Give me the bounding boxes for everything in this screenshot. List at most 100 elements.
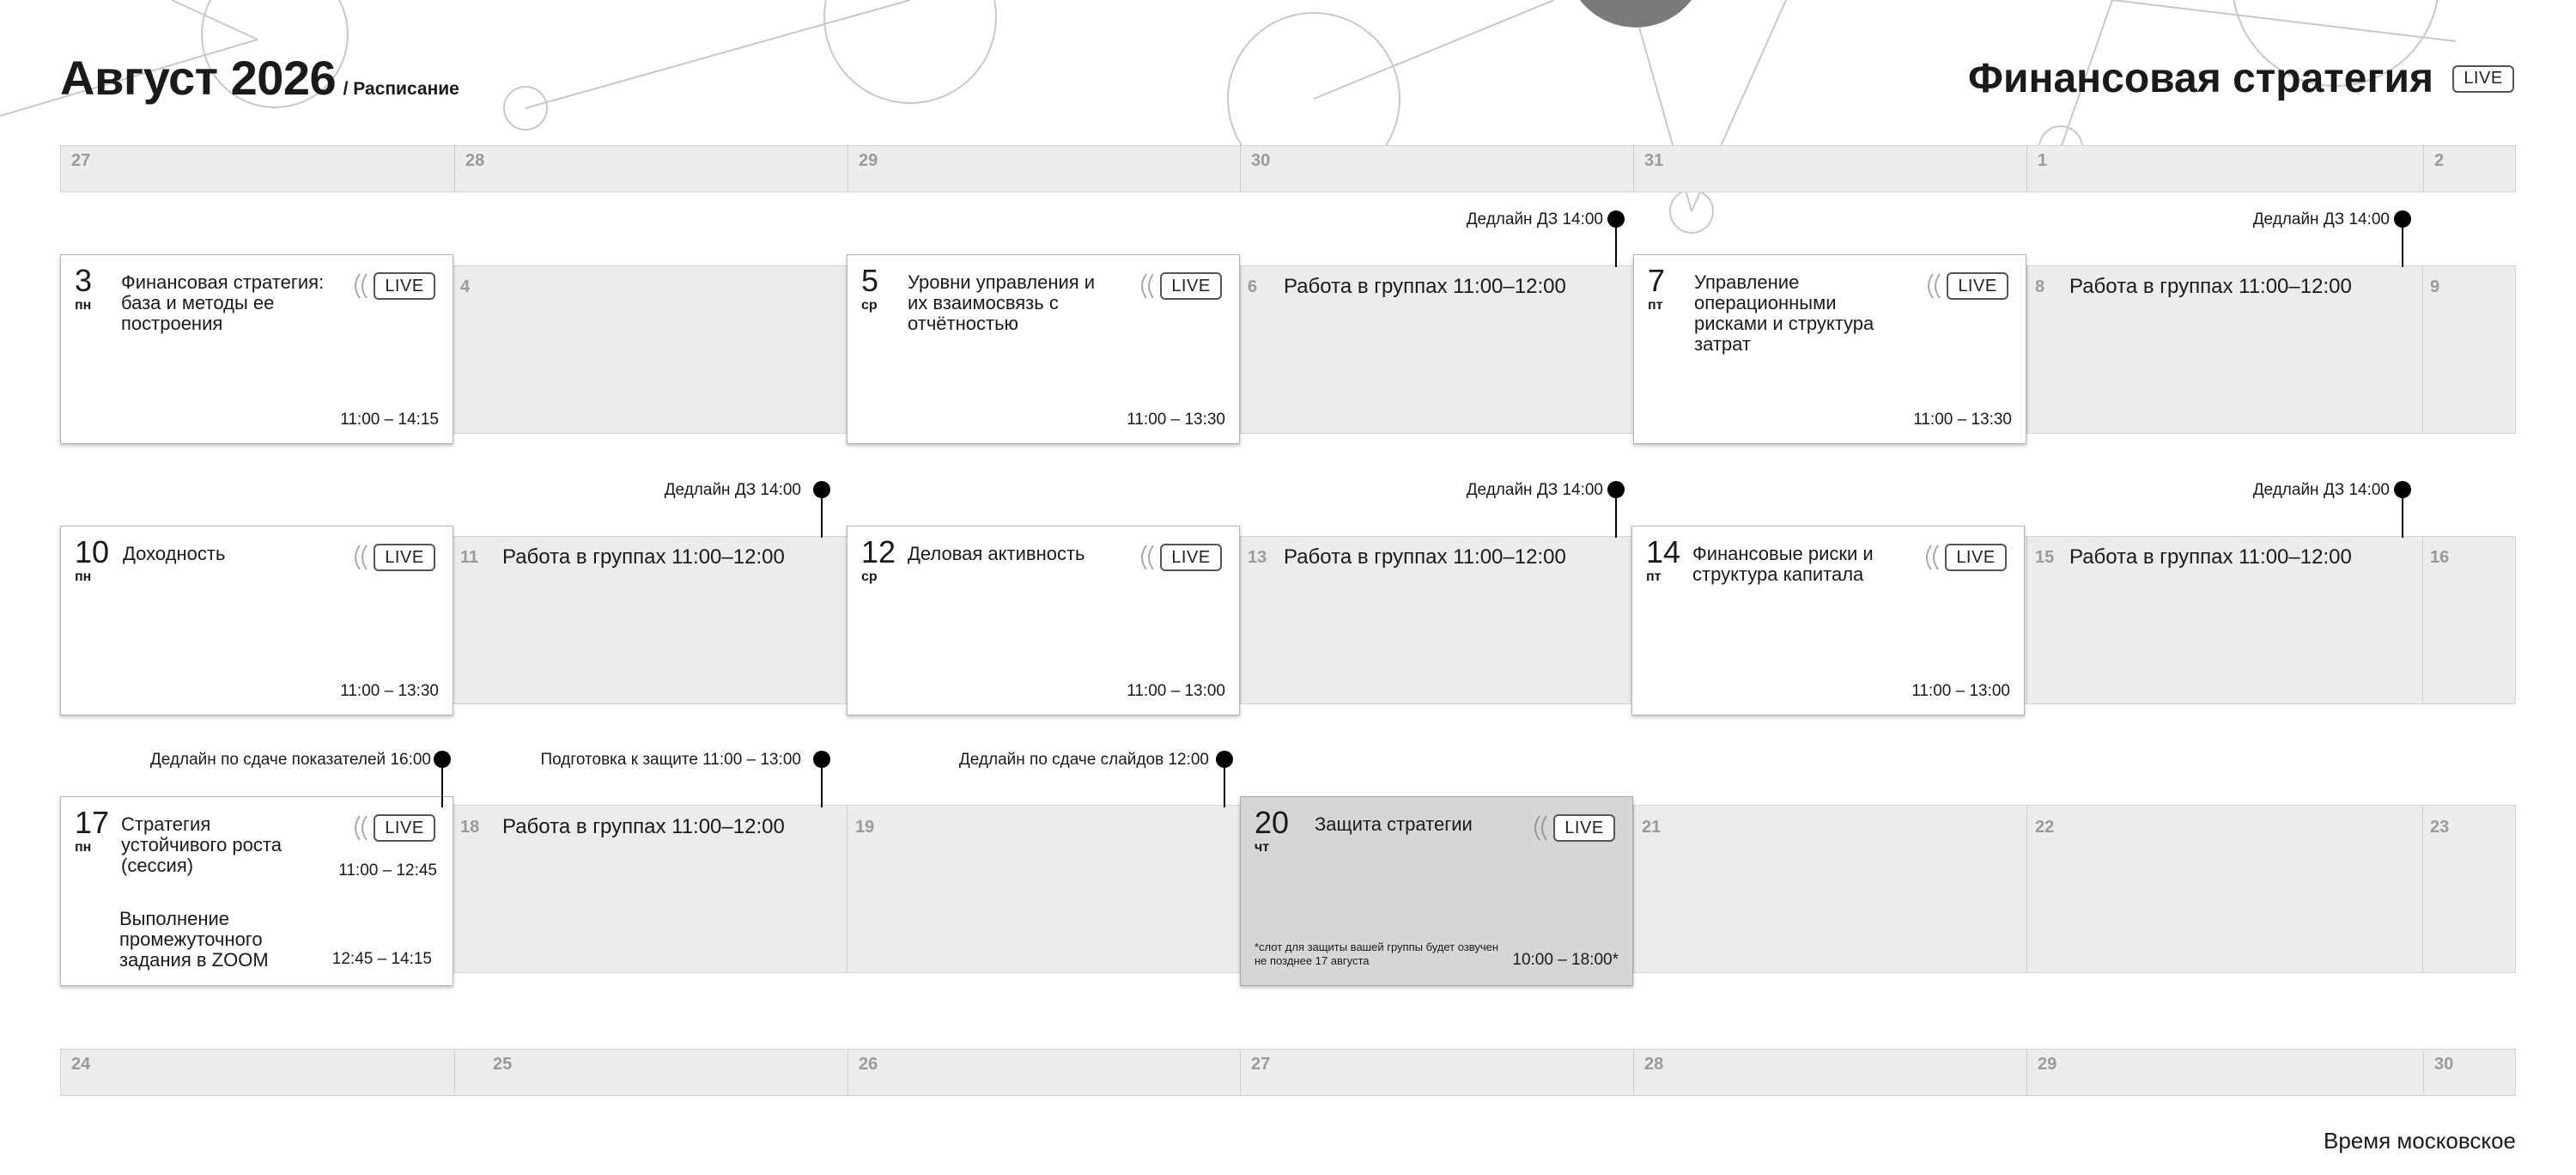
event-time: 10:00 – 18:00*	[1512, 951, 1619, 969]
live-badge: LIVE	[1160, 544, 1222, 571]
deadline-label: Дедлайн ДЗ 14:00	[2252, 481, 2390, 499]
page-title: Август 2026 / Расписание	[60, 50, 459, 106]
day-number: 30	[1251, 151, 1271, 170]
event-title: Финансовые риски и структура капитала	[1692, 543, 1874, 585]
day-number: 10	[75, 534, 110, 569]
weekday-label: пн	[75, 840, 92, 855]
group-work-event[interactable]: Работа в группах 11:00–12:00	[2069, 545, 2352, 569]
event-time: 11:00 – 13:30	[340, 682, 439, 700]
strip-day-cell: 27	[61, 146, 454, 192]
event-time: 11:00 – 13:30	[1913, 411, 2012, 429]
deadline-pin	[1607, 210, 1625, 267]
live-badge: LIVE	[374, 544, 435, 571]
strip-day-cell: 28	[1633, 1050, 2026, 1095]
group-work-event[interactable]: Работа в группах 11:00–12:00	[502, 815, 785, 839]
deadline-label: Дедлайн ДЗ 14:00	[664, 481, 801, 499]
weekday-label: пн	[75, 298, 92, 313]
group-work-event[interactable]: Работа в группах 11:00–12:00	[502, 545, 785, 569]
day-number: 30	[2434, 1055, 2454, 1074]
broadcast-icon	[355, 273, 368, 299]
event-time: 11:00 – 13:30	[1127, 411, 1225, 429]
live-badge: LIVE	[2452, 64, 2514, 93]
day-number: 28	[1644, 1055, 1664, 1074]
event-title: Управление операционными рисками и струк…	[1694, 271, 1874, 355]
course-title: Финансовая стратегия	[1967, 56, 2433, 101]
event-time: 11:00 – 12:45	[338, 861, 437, 880]
strip-day-cell: 29	[848, 146, 1240, 192]
day-number: 15	[2035, 548, 2055, 567]
day-number: 19	[855, 818, 875, 837]
deadline-pin	[2394, 210, 2411, 267]
day-number: 2	[2434, 151, 2445, 170]
event-card[interactable]: 5 ср Уровни управления и их взаимосвязь …	[847, 254, 1240, 444]
live-badge: LIVE	[1945, 544, 2007, 571]
broadcast-icon	[1928, 273, 1941, 299]
deadline-label: Дедлайн ДЗ 14:00	[2252, 210, 2390, 228]
day-number: 24	[71, 1055, 91, 1074]
strip-day-cell: 2	[2423, 146, 2516, 192]
broadcast-icon	[1141, 545, 1154, 570]
strip-day-cell: 1	[2026, 146, 2423, 192]
day-number: 31	[1644, 151, 1664, 170]
deco-line	[525, 0, 911, 109]
prev-week-strip: 27 28 29 30 31 1 2	[60, 145, 2516, 192]
group-work-event[interactable]: Работа в группах 11:00–12:00	[1284, 545, 1566, 569]
day-number: 20	[1255, 805, 1290, 840]
event-card[interactable]: 3 пн Финансовая стратегия: база и методы…	[60, 254, 453, 444]
event-title: Стратегия устойчивого роста (сессия)	[121, 813, 282, 876]
strip-day-cell: 26	[848, 1050, 1240, 1095]
deco-line	[2111, 0, 2457, 42]
strip-day-cell: 29	[2026, 1050, 2423, 1095]
weekday-label: пн	[75, 569, 92, 584]
event-time: 11:00 – 13:00	[1127, 682, 1225, 700]
timezone-note: Время московское	[2323, 1128, 2516, 1154]
deadline-pin	[434, 751, 451, 807]
deadline-label: Дедлайн по сдаче слайдов 12:00	[958, 751, 1209, 769]
event-card[interactable]: 10 пн Доходность LIVE 11:00 – 13:30	[60, 526, 453, 715]
strip-day-cell: 24	[61, 1050, 454, 1095]
live-badge: LIVE	[1947, 272, 2008, 300]
weekday-label: пт	[1648, 298, 1663, 313]
broadcast-icon	[1926, 545, 1939, 570]
day-number: 23	[2430, 818, 2450, 837]
day-number: 11	[460, 548, 479, 567]
deco-line	[1313, 0, 1555, 100]
event-footnote: *слот для защиты вашей группы будет озву…	[1255, 941, 1499, 967]
strip-day-cell: 28	[454, 146, 848, 192]
next-week-strip: 24 25 26 27 28 29 30	[60, 1049, 2516, 1096]
day-number: 21	[1642, 818, 1662, 837]
day-number: 1	[2038, 151, 2048, 170]
day-number: 9	[2430, 277, 2440, 296]
day-number: 7	[1648, 263, 1666, 298]
event-card[interactable]: 17 пн Стратегия устойчивого роста (сесси…	[60, 796, 453, 986]
day-number: 4	[460, 277, 471, 296]
event-title: Финансовая стратегия: база и методы ее п…	[121, 271, 325, 334]
event-card[interactable]: 12 ср Деловая активность LIVE 11:00 – 13…	[847, 526, 1240, 715]
broadcast-icon	[355, 815, 368, 841]
course-header: Финансовая стратегия LIVE	[1968, 55, 2514, 102]
deco-line	[171, 0, 258, 40]
event-title: Деловая активность	[908, 543, 1085, 564]
event-card[interactable]: 7 пт Управление операционными рисками и …	[1633, 254, 2026, 444]
strip-day-cell: 31	[1633, 146, 2026, 192]
event-card-highlight[interactable]: 20 чт Защита стратегии LIVE *слот для за…	[1240, 796, 1633, 986]
weekday-label: ср	[861, 298, 878, 313]
strip-day-cell: 27	[1240, 1050, 1633, 1095]
day-number: 14	[1646, 534, 1681, 569]
day-number: 13	[1248, 548, 1267, 567]
day-number: 18	[460, 818, 480, 837]
deadline-pin	[1216, 751, 1233, 807]
event-subtitle: Выполнение промежуточного задания в ZOOM	[119, 908, 269, 971]
event-title: Доходность	[123, 543, 226, 564]
group-work-event[interactable]: Работа в группах 11:00–12:00	[2069, 275, 2352, 299]
strip-day-cell: 30	[2423, 1050, 2516, 1095]
group-work-event[interactable]: Работа в группах 11:00–12:00	[1284, 275, 1566, 299]
event-card[interactable]: 14 пт Финансовые риски и структура капит…	[1631, 526, 2025, 715]
day-number: 3	[75, 263, 93, 298]
broadcast-icon	[1141, 273, 1154, 299]
deadline-label: Дедлайн по сдаче показателей 16:00	[149, 751, 431, 769]
day-number: 8	[2035, 277, 2045, 296]
live-badge: LIVE	[1553, 814, 1615, 842]
event-time: 11:00 – 13:00	[1911, 682, 2010, 700]
deadline-pin	[2394, 481, 2411, 538]
